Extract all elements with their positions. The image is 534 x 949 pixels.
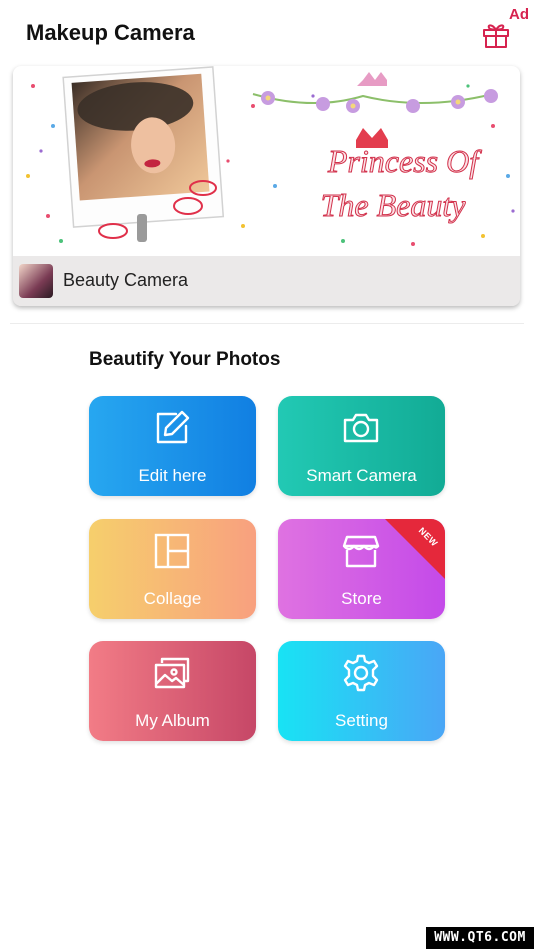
store-label: Store: [341, 589, 382, 608]
banner-artwork: Princess Of The Beauty: [13, 66, 520, 256]
settings-icon: [343, 654, 379, 692]
edit-here-label: Edit here: [138, 466, 207, 485]
gift-icon[interactable]: [480, 18, 512, 50]
site-watermark: WWW.QT6.COM: [426, 927, 534, 949]
my-album-label: My Album: [135, 711, 210, 730]
smart-camera-button[interactable]: Smart Camera: [278, 396, 445, 496]
setting-button[interactable]: Setting: [278, 641, 445, 741]
my-album-button[interactable]: My Album: [89, 641, 256, 741]
camera-icon: [343, 413, 379, 443]
section-divider: [10, 323, 524, 324]
store-icon: [342, 535, 380, 568]
collage-label: Collage: [143, 589, 202, 608]
edit-icon: [156, 410, 190, 444]
banner-script-line1: Princess Of: [327, 143, 482, 179]
banner-script-line2: The Beauty: [321, 187, 467, 223]
app-title: Makeup Camera: [26, 20, 195, 45]
section-title: Beautify Your Photos: [89, 349, 281, 370]
smart-camera-label: Smart Camera: [306, 466, 417, 485]
collage-icon: [154, 533, 190, 569]
collage-button[interactable]: Collage: [89, 519, 256, 619]
setting-label: Setting: [335, 711, 388, 730]
store-button[interactable]: Store NEW: [278, 519, 445, 619]
featured-banner[interactable]: Princess Of The Beauty Beauty Camera: [13, 66, 520, 306]
app-header: Makeup Camera Ad: [0, 0, 534, 64]
edit-here-button[interactable]: Edit here: [89, 396, 256, 496]
banner-footer[interactable]: Beauty Camera: [13, 256, 520, 306]
new-badge: NEW: [385, 519, 445, 579]
album-icon: [154, 657, 190, 689]
banner-footer-label: Beauty Camera: [63, 270, 189, 290]
ad-label: Ad: [509, 6, 529, 23]
beauty-camera-avatar: [19, 264, 53, 298]
